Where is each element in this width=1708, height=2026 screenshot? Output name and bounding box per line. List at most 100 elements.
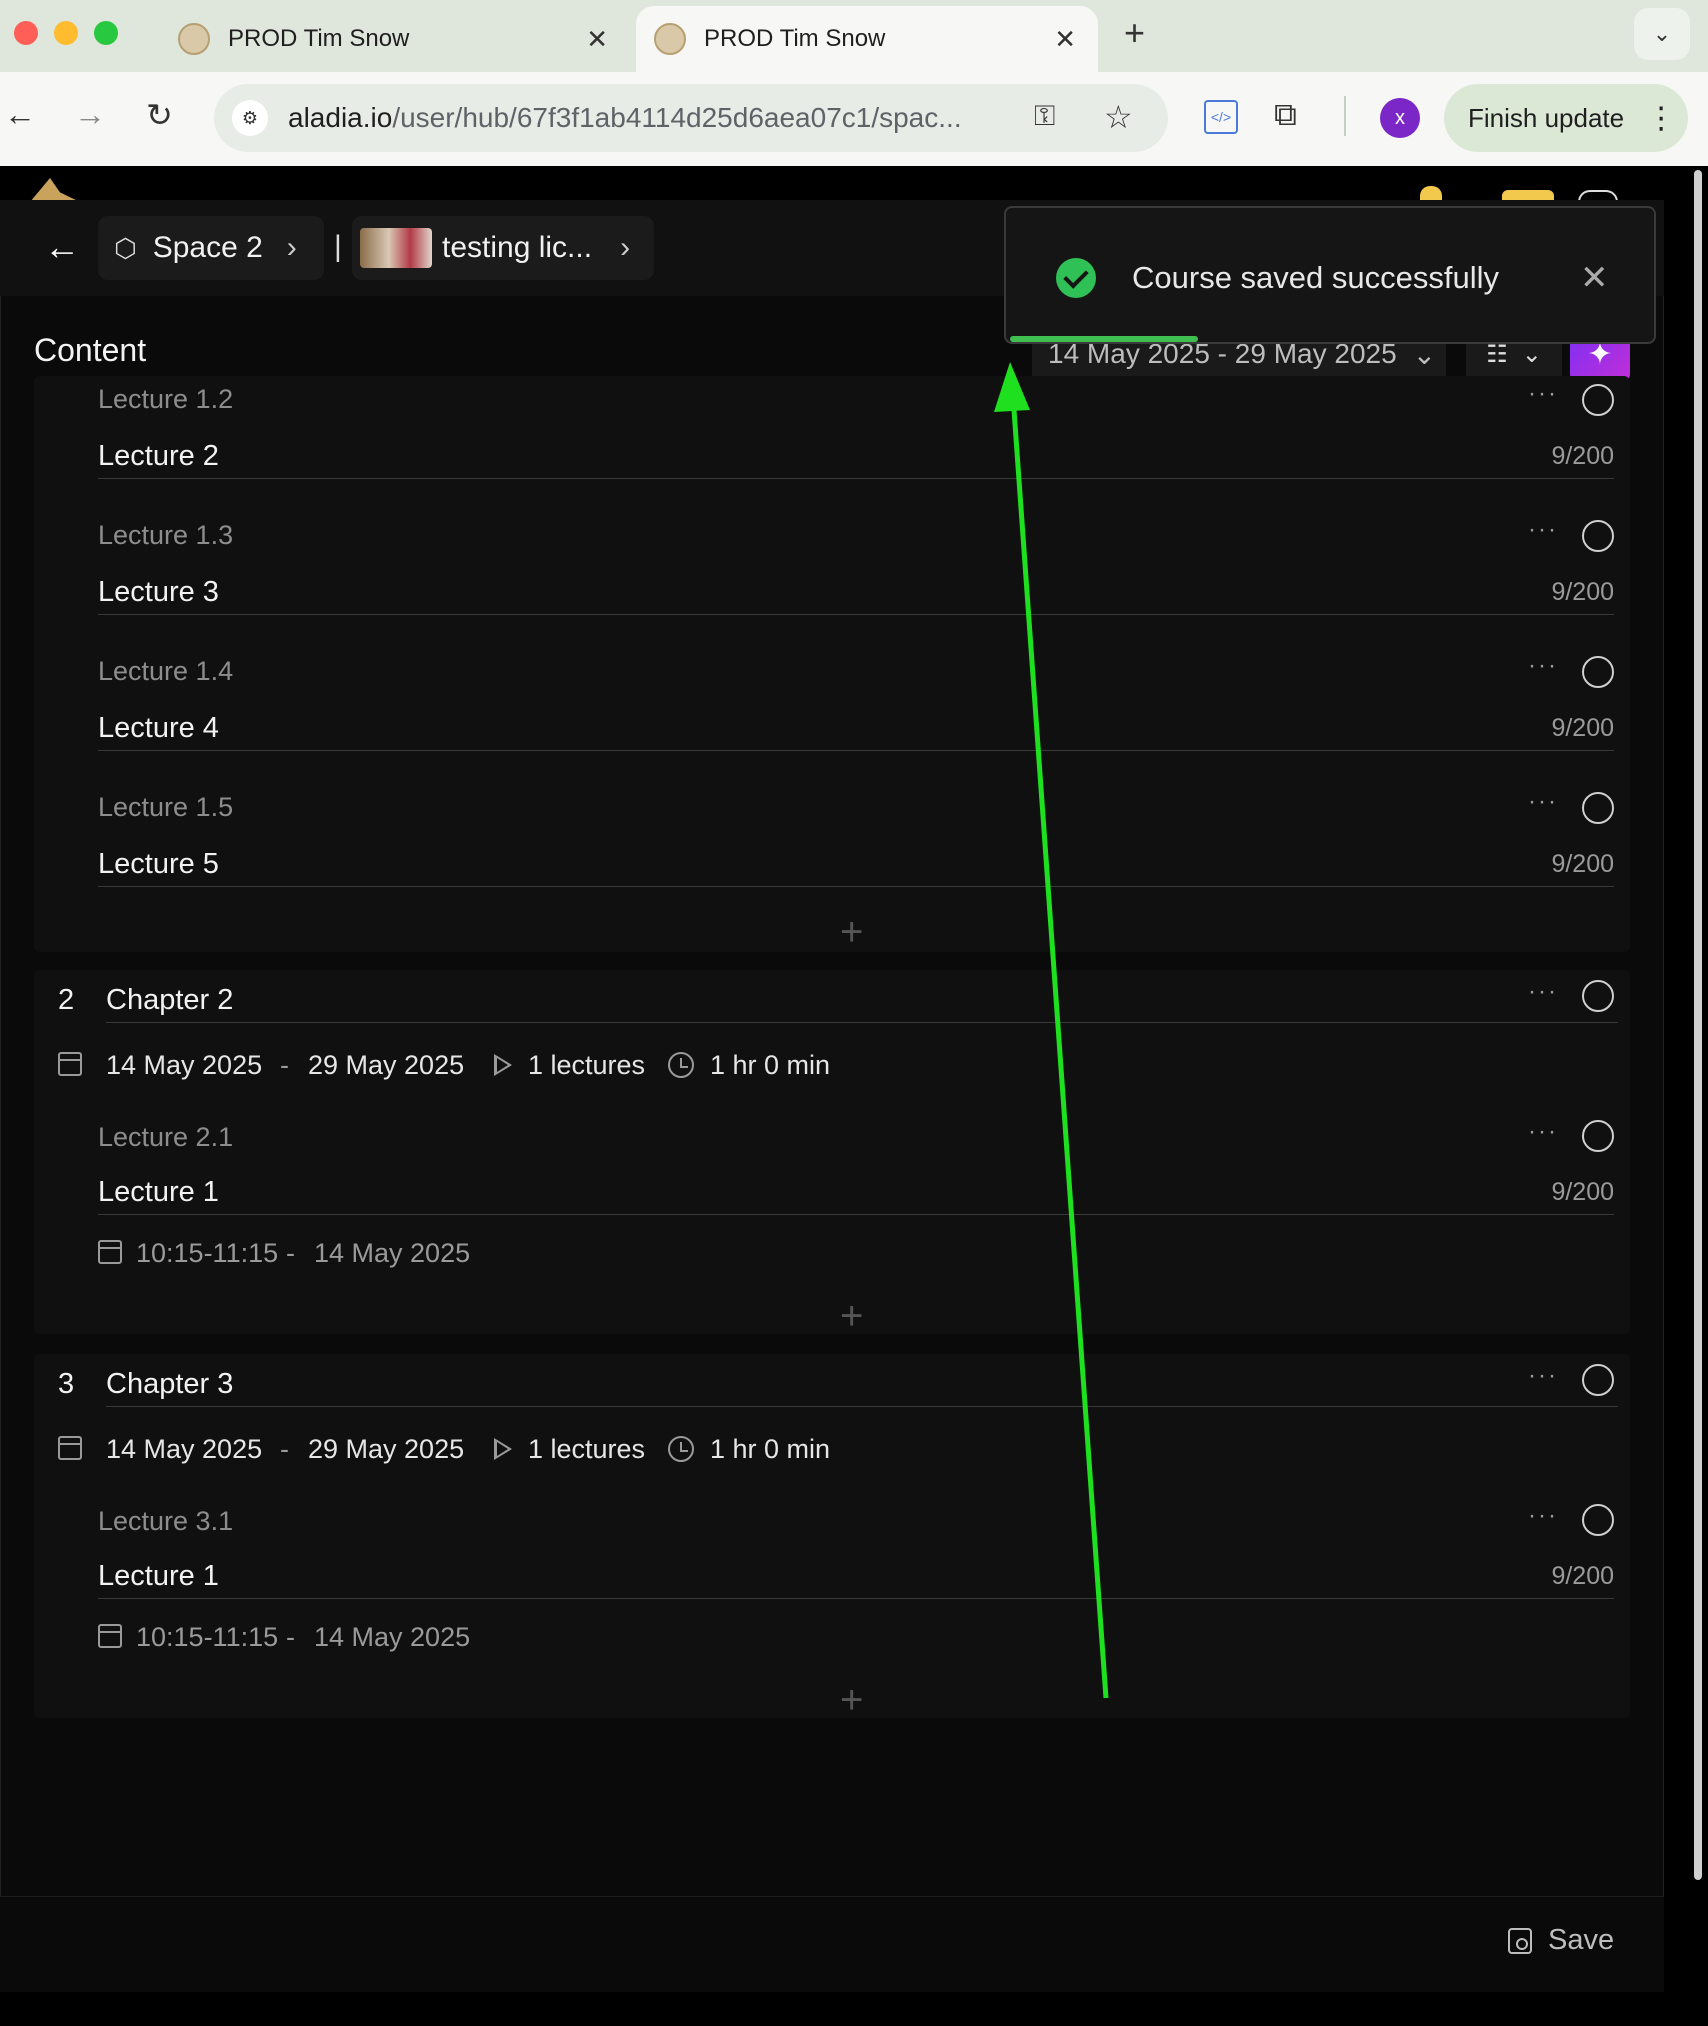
lecture-title[interactable]: Lecture 4 — [98, 712, 219, 745]
select-radio[interactable] — [1582, 792, 1614, 824]
date-separator: - — [280, 1050, 289, 1080]
tab-close-icon[interactable]: ✕ — [586, 24, 608, 55]
lecture-title[interactable]: Lecture 1 — [98, 1560, 219, 1593]
select-radio[interactable] — [1582, 1120, 1614, 1152]
hexagon-icon: ⬡ — [114, 232, 137, 263]
forward-icon[interactable]: → — [74, 96, 106, 133]
devtools-extension-icon[interactable]: </> — [1204, 100, 1238, 134]
calendar-icon — [98, 1240, 122, 1264]
breadcrumb-space-label: Space 2 — [152, 231, 263, 264]
breadcrumb-space[interactable]: ⬡ Space 2 › — [98, 216, 324, 280]
chevron-right-icon: › — [286, 231, 297, 264]
save-button[interactable]: Save — [1508, 1924, 1614, 1957]
url-text[interactable]: aladia.io/user/hub/67f3f1ab4114d25d6aea0… — [288, 102, 1018, 134]
editor-footer — [0, 1896, 1664, 1992]
more-options-icon[interactable]: ··· — [1528, 1118, 1558, 1146]
character-count: 9/200 — [1551, 850, 1614, 878]
select-radio[interactable] — [1582, 980, 1614, 1012]
divider — [106, 1022, 1618, 1023]
calendar-icon — [58, 1436, 82, 1460]
profile-avatar[interactable]: x — [1380, 98, 1420, 138]
floppy-disk-icon — [1508, 1927, 1532, 1954]
more-options-icon[interactable]: ··· — [1528, 652, 1558, 680]
lecture-title[interactable]: Lecture 3 — [98, 576, 219, 609]
tab-title: PROD Tim Snow — [704, 25, 886, 52]
tab-close-icon[interactable]: ✕ — [1054, 24, 1076, 55]
favicon-icon — [178, 23, 210, 55]
breadcrumb-separator: | — [334, 230, 342, 263]
chapter-end-date: 29 May 2025 — [308, 1434, 465, 1464]
select-radio[interactable] — [1582, 384, 1614, 416]
lecture-date: 14 May 2025 — [314, 1622, 471, 1652]
new-tab-icon[interactable]: + — [1124, 12, 1145, 54]
back-icon[interactable]: ← — [4, 96, 36, 133]
play-icon — [494, 1054, 512, 1076]
divider — [98, 1598, 1614, 1599]
character-count: 9/200 — [1551, 1562, 1614, 1590]
lecture-title[interactable]: Lecture 1 — [98, 1176, 219, 1209]
breadcrumb-course-label: testing lic... — [442, 231, 593, 264]
chapter-duration: 1 hr 0 min — [710, 1050, 831, 1080]
chapter-number: 2 — [58, 984, 75, 1016]
browser-tab-2-active[interactable]: PROD Tim Snow ✕ — [636, 6, 1098, 72]
toast-progress-bar — [1010, 336, 1198, 342]
maximize-window-button[interactable] — [94, 21, 118, 45]
close-window-button[interactable] — [14, 21, 38, 45]
browser-tab-1[interactable]: PROD Tim Snow ✕ — [160, 6, 630, 72]
character-count: 9/200 — [1551, 1178, 1614, 1206]
select-radio[interactable] — [1582, 656, 1614, 688]
toast-message: Course saved successfully — [1132, 260, 1499, 295]
calendar-icon — [58, 1052, 82, 1076]
character-count: 9/200 — [1551, 442, 1614, 470]
toolbar-divider — [1344, 96, 1346, 136]
chapter-title[interactable]: Chapter 2 — [106, 984, 233, 1017]
breadcrumb-course[interactable]: testing lic... › — [352, 216, 654, 280]
browser-menu-icon[interactable]: ⋮ — [1646, 101, 1676, 136]
lecture-date: 14 May 2025 — [314, 1238, 471, 1268]
scrollbar[interactable] — [1694, 170, 1702, 1880]
character-count: 9/200 — [1551, 714, 1614, 742]
chapter-title[interactable]: Chapter 3 — [106, 1368, 233, 1401]
divider — [98, 614, 1614, 615]
reload-icon[interactable]: ↻ — [146, 96, 173, 134]
lecture-count: 1 lectures — [528, 1050, 646, 1080]
add-lecture-icon[interactable]: + — [840, 910, 863, 955]
divider — [106, 1406, 1618, 1407]
more-options-icon[interactable]: ··· — [1528, 516, 1558, 544]
more-options-icon[interactable]: ··· — [1528, 788, 1558, 816]
course-thumbnail — [360, 228, 432, 268]
lecture-subtitle: Lecture 1.4 — [98, 656, 234, 686]
tab-search-chevron-icon[interactable]: ⌄ — [1634, 8, 1690, 60]
lecture-subtitle: Lecture 2.1 — [98, 1122, 234, 1152]
more-options-icon[interactable]: ··· — [1528, 978, 1558, 1006]
more-options-icon[interactable]: ··· — [1528, 1502, 1558, 1530]
lecture-time: 10:15-11:15 — [136, 1238, 279, 1268]
divider — [98, 478, 1614, 479]
lecture-title[interactable]: Lecture 5 — [98, 848, 219, 881]
extensions-puzzle-icon[interactable]: ⧉ — [1274, 96, 1297, 134]
address-bar[interactable]: ⚙ aladia.io/user/hub/67f3f1ab4114d25d6ae… — [214, 84, 1168, 152]
chapter-duration: 1 hr 0 min — [710, 1434, 831, 1464]
key-icon[interactable]: ⚿ — [1034, 100, 1055, 133]
finish-update-button[interactable]: Finish update ⋮ — [1444, 84, 1688, 152]
select-radio[interactable] — [1582, 520, 1614, 552]
check-circle-icon — [1056, 258, 1096, 298]
add-lecture-icon[interactable]: + — [840, 1678, 863, 1723]
url-path: /user/hub/67f3f1ab4114d25d6aea07c1/spac.… — [392, 102, 962, 133]
select-radio[interactable] — [1582, 1504, 1614, 1536]
site-info-icon[interactable]: ⚙ — [232, 100, 268, 136]
more-options-icon[interactable]: ··· — [1528, 380, 1558, 408]
minimize-window-button[interactable] — [54, 21, 78, 45]
chapter-start-date: 14 May 2025 — [106, 1050, 263, 1080]
divider — [98, 1214, 1614, 1215]
date-separator: - — [286, 1238, 295, 1268]
save-label: Save — [1548, 1924, 1615, 1956]
add-lecture-icon[interactable]: + — [840, 1294, 863, 1339]
back-arrow-icon[interactable]: ← — [44, 226, 80, 268]
more-options-icon[interactable]: ··· — [1528, 1362, 1558, 1390]
select-radio[interactable] — [1582, 1364, 1614, 1396]
star-icon[interactable]: ☆ — [1104, 98, 1133, 136]
lecture-title[interactable]: Lecture 2 — [98, 440, 219, 473]
close-icon[interactable]: ✕ — [1580, 258, 1609, 298]
favicon-icon — [654, 23, 686, 55]
